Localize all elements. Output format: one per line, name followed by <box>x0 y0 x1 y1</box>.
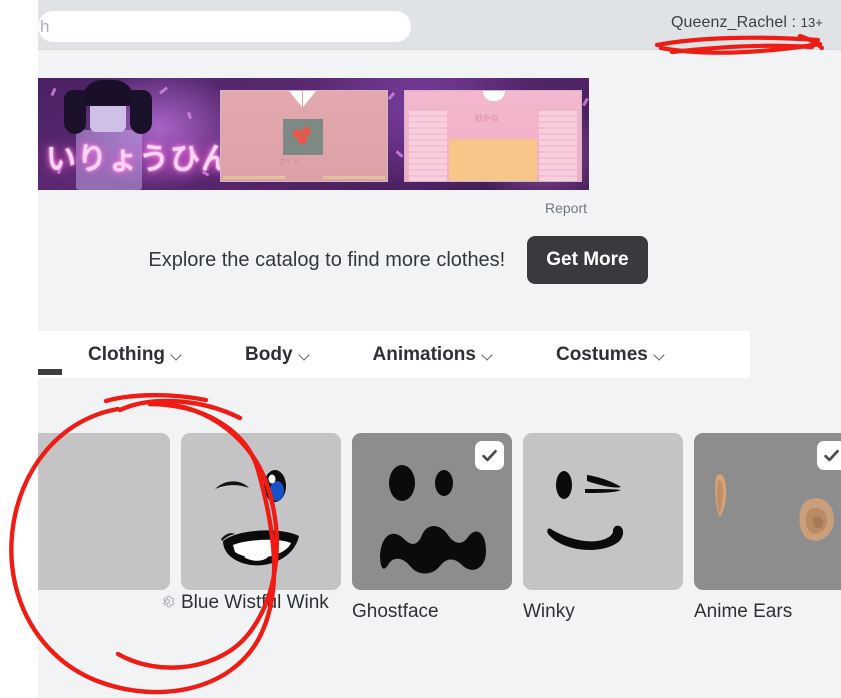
screenshot-root: Queenz_Rachel : 13+ いりょ <box>0 0 841 698</box>
item-grid-row: Blue Wistful Wink Ghostface Winky Anime … <box>38 433 841 624</box>
list-item-ghostface[interactable]: Ghostface <box>352 433 512 624</box>
item-label: Blue Wistful Wink <box>181 592 329 613</box>
tab-body[interactable]: Body <box>245 344 311 366</box>
item-label: Ghostface <box>352 601 439 622</box>
tab-costumes-label: Costumes <box>555 343 648 365</box>
list-item-anime-ears[interactable]: Anime Ears <box>694 433 841 624</box>
account-age-rating: 13+ <box>800 15 823 30</box>
winky-face-icon <box>547 471 624 550</box>
get-more-button[interactable]: Get More <box>527 236 648 284</box>
chevron-down-icon <box>655 350 666 361</box>
tab-animations[interactable]: Animations <box>373 344 494 366</box>
account-separator: : <box>787 14 801 31</box>
tab-list: Clothing Body Animations Costumes <box>88 331 666 378</box>
list-item[interactable] <box>38 433 170 624</box>
banner-avatar-hair-top <box>82 80 134 106</box>
list-item-blue-wistful-wink[interactable]: Blue Wistful Wink <box>163 433 341 624</box>
active-tab-indicator <box>38 369 62 375</box>
category-tab-bar: Clothing Body Animations Costumes <box>38 331 750 378</box>
banner-avatar-hair-right <box>130 90 152 134</box>
tab-animations-label: Animations <box>372 343 476 365</box>
item-thumbnail[interactable] <box>694 433 841 590</box>
banner-headline: いりょうひん <box>46 142 232 177</box>
report-link[interactable]: Report <box>545 200 587 216</box>
tab-costumes[interactable]: Costumes <box>556 344 666 366</box>
item-thumbnail[interactable] <box>38 433 170 590</box>
item-grid: Blue Wistful Wink Ghostface Winky Anime … <box>38 378 841 658</box>
account-label[interactable]: Queenz_Rachel : 13+ <box>671 14 823 32</box>
tab-clothing-label: Clothing <box>88 343 166 365</box>
gear-icon[interactable] <box>159 593 176 610</box>
chevron-down-icon <box>300 350 311 361</box>
promo-row: Explore the catalog to find more clothes… <box>38 236 758 284</box>
selected-check-badge[interactable] <box>475 441 504 470</box>
blue-wink-face-icon <box>215 470 299 566</box>
chevron-down-icon <box>172 350 183 361</box>
app-viewport: Queenz_Rachel : 13+ いりょ <box>38 0 841 698</box>
list-item-winky[interactable]: Winky <box>523 433 683 624</box>
chevron-down-icon <box>483 350 494 361</box>
item-label: Anime Ears <box>694 601 793 622</box>
advertisement-block: いりょうひん さくら 砂かな Report Explore the catalo… <box>38 51 841 315</box>
item-label: Winky <box>523 601 575 622</box>
account-username: Queenz_Rachel <box>670 14 787 31</box>
banner-avatar-hair-left <box>64 90 86 134</box>
banner-product-card-2: さくら <box>220 90 388 182</box>
banner-card-2-label: さくら <box>279 158 300 166</box>
tab-body-label: Body <box>245 343 293 365</box>
advertisement-banner[interactable]: いりょうひん さくら 砂かな <box>38 78 589 190</box>
top-bar: Queenz_Rachel : 13+ <box>38 0 841 50</box>
check-icon <box>824 449 839 462</box>
check-icon <box>482 449 497 462</box>
banner-product-card-3: 砂かな <box>404 90 582 182</box>
search-input[interactable] <box>38 11 411 42</box>
item-thumbnail[interactable] <box>181 433 341 590</box>
tab-clothing[interactable]: Clothing <box>88 344 183 366</box>
item-thumbnail[interactable] <box>352 433 512 590</box>
item-thumbnail[interactable] <box>523 433 683 590</box>
promo-message: Explore the catalog to find more clothes… <box>148 248 506 271</box>
banner-card-3-label: 砂かな <box>475 114 499 123</box>
selected-check-badge[interactable] <box>817 441 841 470</box>
